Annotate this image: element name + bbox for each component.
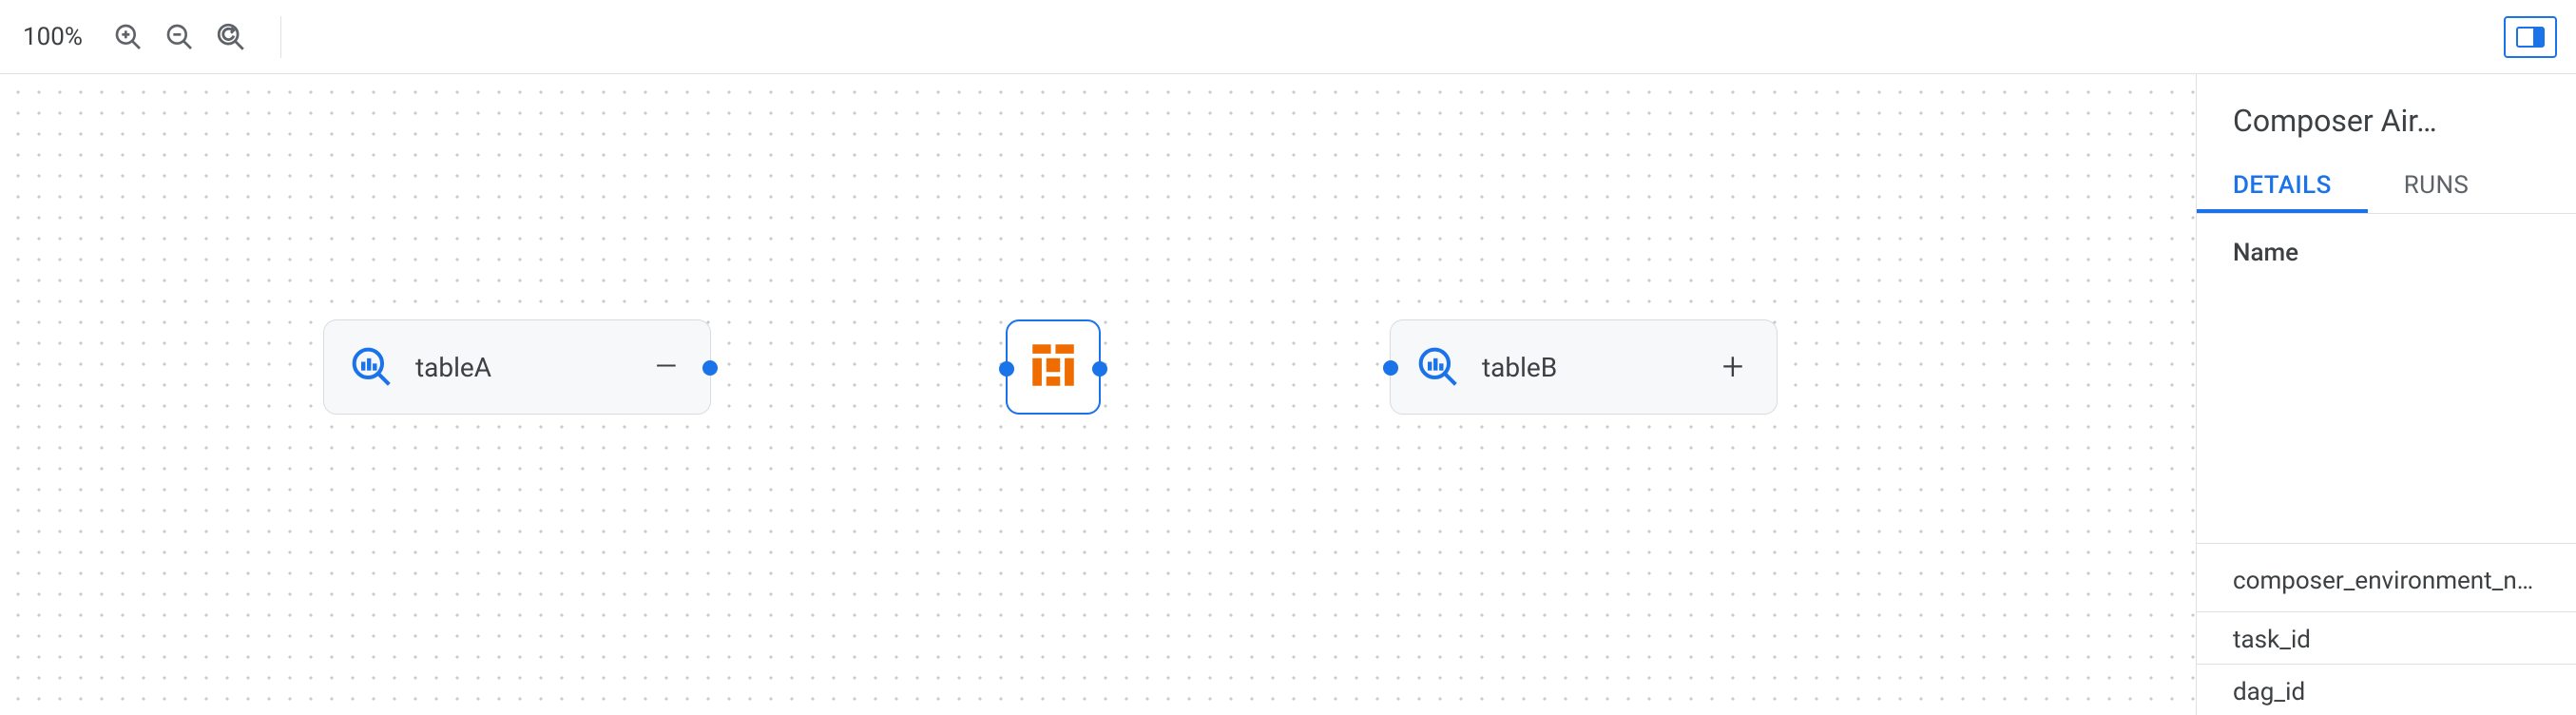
transform-output-port[interactable] [1092, 361, 1107, 377]
section-heading-name: Name [2197, 214, 2576, 267]
toolbar: 100% [0, 0, 2576, 74]
details-side-panel: Composer Air… DETAILS RUNS Name composer… [2196, 74, 2576, 715]
bigquery-icon [349, 344, 394, 390]
expand-icon[interactable]: + [1714, 352, 1752, 382]
toolbar-right [2504, 16, 2576, 58]
panel-gap [2197, 267, 2576, 543]
field-task-id[interactable]: task_id [2197, 611, 2576, 663]
bigquery-icon [1415, 344, 1461, 390]
lineage-node-tableB[interactable]: tableB + [1390, 319, 1778, 415]
transform-icon [1026, 338, 1081, 396]
tab-runs[interactable]: RUNS [2368, 162, 2505, 212]
toolbar-divider [280, 16, 281, 58]
node-output-port[interactable] [702, 360, 718, 376]
zoom-out-icon[interactable] [159, 16, 201, 58]
toolbar-left: 100% [0, 16, 300, 58]
panel-tabs: DETAILS RUNS [2197, 162, 2576, 213]
field-dag-id[interactable]: dag_id [2197, 664, 2576, 715]
lineage-canvas[interactable]: tableA – [0, 74, 2196, 715]
edges-layer [0, 74, 285, 217]
panel-title: Composer Air… [2197, 74, 2576, 162]
transform-input-port[interactable] [999, 361, 1014, 377]
node-input-port[interactable] [1383, 360, 1398, 376]
field-composer-environment-name[interactable]: composer_environment_nam [2197, 543, 2576, 611]
canvas-wrap: tableA – [0, 74, 2196, 715]
collapse-icon[interactable]: – [647, 352, 685, 382]
zoom-percent-label: 100% [23, 23, 83, 51]
node-label: tableA [415, 352, 626, 383]
node-label: tableB [1482, 352, 1693, 383]
zoom-in-icon[interactable] [107, 16, 149, 58]
transform-node[interactable] [1006, 319, 1101, 415]
zoom-reset-icon[interactable] [210, 16, 252, 58]
panel-toggle-button[interactable] [2504, 16, 2557, 58]
lineage-node-tableA[interactable]: tableA – [323, 319, 711, 415]
main: tableA – [0, 74, 2576, 715]
tab-details[interactable]: DETAILS [2197, 162, 2368, 212]
